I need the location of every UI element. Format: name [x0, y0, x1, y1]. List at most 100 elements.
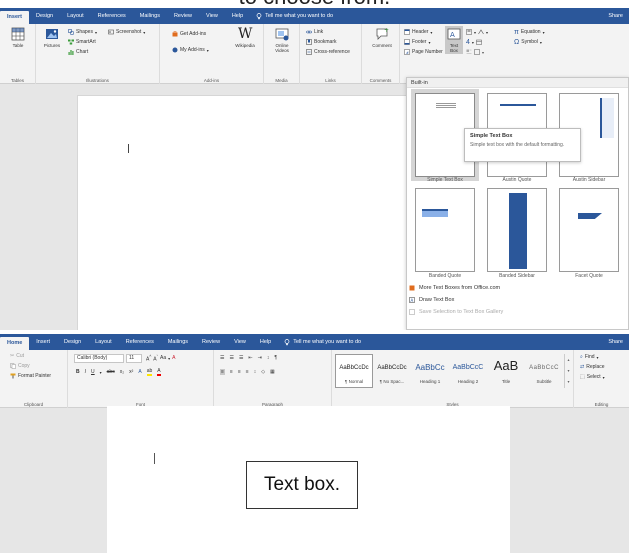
cross-reference-button[interactable]: Cross-reference [306, 48, 350, 56]
style-subtitle[interactable]: AaBbCcC Subtitle [525, 354, 563, 388]
replace-button[interactable]: ⇄ Replace [580, 363, 605, 371]
my-addins-button[interactable]: My Add-ins ▾ [172, 46, 209, 54]
symbols-group: π Equation ▾ Ω Symbol ▾ [510, 24, 590, 84]
gallery-item-facet-quote[interactable] [559, 188, 619, 272]
get-addins-button[interactable]: Get Add-ins [172, 30, 206, 38]
table-icon [11, 27, 25, 41]
borders-icon: ▦ [270, 369, 275, 375]
symbol-button[interactable]: Ω Symbol ▾ [514, 38, 542, 46]
link-button[interactable]: Link [306, 28, 323, 36]
drop-cap-button[interactable]: ▾ [466, 48, 484, 56]
screenshot-button[interactable]: Screenshot ▾ [108, 28, 145, 36]
tab-review[interactable]: Review [167, 8, 199, 24]
thumb-accent-bar [500, 104, 536, 106]
find-button[interactable]: ⌕ Find ▾ [580, 353, 599, 361]
document-page[interactable]: Text box. [107, 406, 510, 553]
list-buttons[interactable]: ☰ ☰ ☰ ⇤ ⇥ ↕ ¶ [220, 354, 277, 362]
style-normal[interactable]: AaBbCcDc ¶ Normal [335, 354, 373, 388]
tab-references[interactable]: References [119, 334, 161, 350]
find-label: Find [584, 354, 595, 360]
format-painter-button[interactable]: Format Painter [10, 372, 51, 380]
paragraph-group: ☰ ☰ ☰ ⇤ ⇥ ↕ ¶ ≡ ≡ ≡ ≡ ↕ ◇ ▦ Paragraph [214, 350, 332, 408]
cut-label: Cut [16, 353, 24, 359]
wikipedia-button[interactable]: W Wikipedia [230, 27, 260, 48]
styles-scroll[interactable]: ▴ ▾ ▾ [564, 354, 572, 388]
tab-references[interactable]: References [91, 8, 133, 24]
cut-button[interactable]: ✂ Cut [10, 352, 24, 360]
header-button[interactable]: Header ▾ [404, 28, 432, 36]
share-button[interactable]: Share [608, 334, 623, 350]
tab-layout[interactable]: Layout [88, 334, 119, 350]
style-heading-1[interactable]: AaBbCc Heading 1 [411, 354, 449, 388]
tab-mailings[interactable]: Mailings [133, 8, 167, 24]
page-number-button[interactable]: # Page Number ▾ [404, 48, 447, 56]
italic-icon: I [84, 369, 87, 375]
clipboard-group: ✂ Cut Copy Format Painter Clipboard [0, 350, 68, 408]
style-heading-2[interactable]: AaBbCcC Heading 2 [449, 354, 487, 388]
tab-home[interactable]: Home [0, 337, 30, 350]
table-button[interactable]: Table [6, 27, 30, 48]
tab-layout[interactable]: Layout [60, 8, 91, 24]
gallery-label: Banded Quote [428, 273, 462, 279]
online-videos-button[interactable]: Online Videos [270, 27, 294, 53]
search-icon: ⌕ [580, 354, 583, 360]
scissors-icon: ✂ [10, 353, 15, 359]
gallery-label: Facet Quote [575, 273, 603, 279]
footer-button[interactable]: Footer ▾ [404, 38, 430, 46]
text-box-button[interactable]: A Text Box [445, 26, 463, 54]
cross-reference-label: Cross-reference [314, 49, 350, 55]
font-size-buttons[interactable]: A^ Aˇ Aa ▾ A [146, 354, 176, 363]
tell-me-box[interactable]: Tell me what you want to do [284, 338, 361, 346]
copy-icon [10, 363, 16, 369]
wordart-button[interactable]: 4 ▾ [466, 38, 482, 46]
font-name-select[interactable]: Calibri (Body) [74, 354, 124, 363]
bookmark-icon [306, 39, 312, 45]
gallery-item-banded-sidebar[interactable] [487, 188, 547, 272]
tab-design[interactable]: Design [29, 8, 60, 24]
alignment-buttons[interactable]: ≡ ≡ ≡ ≡ ↕ ◇ ▦ [220, 368, 275, 376]
pictures-button[interactable]: Pictures [40, 27, 64, 48]
draw-text-box-icon: A [409, 297, 415, 303]
tab-review[interactable]: Review [195, 334, 227, 350]
comment-button[interactable]: + Comment [368, 27, 396, 48]
tab-view[interactable]: View [199, 8, 225, 24]
tell-me-box[interactable]: Tell me what you want to do [256, 12, 333, 20]
equation-button[interactable]: π Equation ▾ [514, 28, 545, 36]
inserted-text-box[interactable]: Text box. [246, 461, 358, 509]
tab-help[interactable]: Help [253, 334, 278, 350]
increase-indent-icon: ⇥ [257, 355, 262, 361]
bookmark-button[interactable]: Bookmark [306, 38, 337, 46]
copy-button[interactable]: Copy [10, 362, 30, 370]
gallery-item-banded-quote[interactable] [415, 188, 475, 272]
font-size-select[interactable]: 11 [126, 354, 142, 363]
chart-button[interactable]: Chart [68, 48, 88, 56]
tab-design[interactable]: Design [57, 334, 88, 350]
select-button[interactable]: ⬚ Select ▾ [580, 373, 605, 381]
tab-insert[interactable]: Insert [0, 11, 29, 24]
style-preview: AaBbCcC [529, 365, 559, 371]
tab-view[interactable]: View [227, 334, 253, 350]
video-icon [275, 28, 289, 41]
draw-text-box-item[interactable]: A Draw Text Box [409, 297, 454, 303]
quick-parts-button[interactable]: ▾ ▾ [466, 28, 488, 36]
more-text-boxes-item[interactable]: More Text Boxes from Office.com [409, 285, 500, 291]
bookmark-label: Bookmark [314, 39, 337, 45]
puzzle-icon [172, 47, 178, 53]
lightbulb-icon [256, 12, 262, 19]
chevron-down-icon: ▾ [542, 29, 545, 35]
font-format-buttons[interactable]: B I U ▾ abc x₂ x² A ab A [76, 368, 161, 376]
thumb-facet [578, 213, 602, 219]
tab-mailings[interactable]: Mailings [161, 334, 195, 350]
addins-group: Get Add-ins My Add-ins ▾ W Wikipedia Add… [160, 24, 264, 84]
style-title[interactable]: AaB Title [487, 354, 525, 388]
shapes-button[interactable]: Shapes ▾ [68, 28, 97, 36]
save-selection-item[interactable]: Save Selection to Text Box Gallery [409, 309, 503, 315]
style-name: Subtitle [536, 379, 552, 384]
document-page[interactable] [77, 95, 414, 330]
style-no-spacing[interactable]: AaBbCcDc ¶ No Spac... [373, 354, 411, 388]
tab-insert[interactable]: Insert [29, 334, 57, 350]
smartart-button[interactable]: SmartArt [68, 38, 96, 46]
tab-help[interactable]: Help [225, 8, 250, 24]
share-button[interactable]: Share [608, 8, 623, 24]
links-group-label: Links [325, 78, 336, 83]
